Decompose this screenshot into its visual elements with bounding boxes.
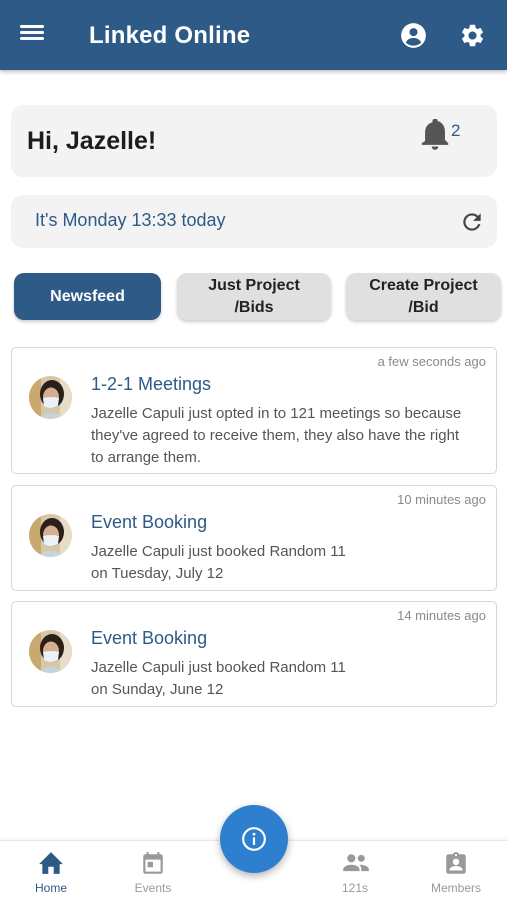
tab-label-line: /Bid	[408, 298, 439, 316]
avatar	[29, 376, 72, 419]
nav-item-home[interactable]: Home	[11, 841, 91, 900]
avatar-photo	[29, 514, 72, 557]
people-icon	[343, 854, 369, 872]
date-banner: It's Monday 13:33 today	[11, 195, 497, 248]
refresh-icon	[463, 213, 481, 231]
date-text: It's Monday 13:33 today	[35, 210, 226, 230]
feed-description: Jazelle Capuli just booked Random 11 on …	[91, 659, 346, 698]
nav-label: Members	[430, 881, 481, 895]
feed-title[interactable]: 1-2-1 Meetings	[91, 374, 211, 395]
info-icon	[242, 827, 266, 851]
feed-card[interactable]: a few seconds ago 1-2-1 Meetings Jazelle…	[11, 347, 497, 474]
tab-label-line: Just Project	[208, 276, 300, 294]
greeting-card: Hi, Jazelle! 2	[11, 105, 497, 177]
calendar-icon	[143, 852, 163, 874]
refresh-button[interactable]	[459, 209, 485, 235]
feed-card[interactable]: 14 minutes ago Event Booking Jazelle Cap…	[11, 601, 497, 707]
feed-description: Jazelle Capuli just booked Random 11 on …	[91, 543, 346, 582]
feed-timestamp: a few seconds ago	[377, 354, 486, 369]
notification-count[interactable]: 2	[451, 121, 460, 141]
feed-description: Jazelle Capuli just opted in to 121 meet…	[91, 405, 462, 466]
home-icon	[39, 852, 63, 874]
tab-create-project-bid[interactable]: Create Project/Bid	[346, 273, 501, 320]
tab-label-line: /Bids	[234, 298, 274, 316]
menu-icon-bar	[20, 37, 44, 40]
settings-button[interactable]	[459, 22, 486, 49]
app-title: Linked Online	[89, 22, 251, 49]
avatar	[29, 514, 72, 557]
avatar-photo	[29, 376, 72, 419]
tab-just-project-bids[interactable]: Just Project/Bids	[177, 273, 331, 320]
feed-timestamp: 10 minutes ago	[397, 492, 486, 507]
feed-title[interactable]: Event Booking	[91, 512, 207, 533]
gear-icon	[461, 24, 484, 47]
tab-label: Create Project/Bid	[369, 275, 478, 319]
menu-button[interactable]	[20, 22, 50, 48]
tab-label-line: Create Project	[369, 276, 478, 294]
avatar-photo	[29, 630, 72, 673]
feed-card[interactable]: 10 minutes ago Event Booking Jazelle Cap…	[11, 485, 497, 591]
nav-item-members[interactable]: Members	[416, 841, 496, 900]
tab-newsfeed[interactable]: Newsfeed	[14, 273, 161, 320]
nav-label: Home	[34, 881, 67, 895]
tab-label: Newsfeed	[50, 287, 125, 305]
contact-card-icon	[446, 852, 466, 874]
bell-icon[interactable]	[421, 119, 449, 151]
nav-item-121s[interactable]: 121s	[315, 841, 395, 900]
feed-title[interactable]: Event Booking	[91, 628, 207, 649]
app-screen: Linked Online Hi, Jazelle! 2 It's Monday…	[0, 0, 507, 900]
nav-item-events[interactable]: Events	[113, 841, 193, 900]
account-button[interactable]	[400, 22, 427, 49]
feed-timestamp: 14 minutes ago	[397, 608, 486, 623]
top-app-bar: Linked Online	[0, 0, 507, 70]
nav-label: 121s	[341, 881, 369, 895]
info-fab-button[interactable]	[220, 805, 288, 873]
menu-icon-bar	[20, 31, 44, 34]
menu-icon-bar	[20, 25, 44, 28]
tab-label: Just Project/Bids	[208, 275, 300, 319]
greeting-text: Hi, Jazelle!	[27, 127, 157, 155]
avatar	[29, 630, 72, 673]
account-circle-icon	[401, 23, 426, 48]
nav-label: Events	[134, 881, 172, 895]
